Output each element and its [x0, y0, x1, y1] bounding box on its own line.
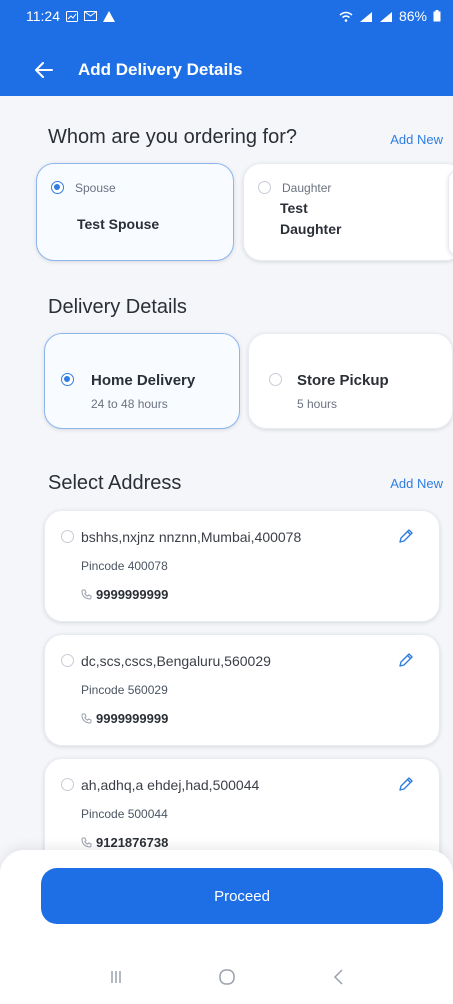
select-address-title: Select Address — [48, 472, 182, 494]
edit-icon[interactable] — [397, 651, 415, 669]
person-radio-daughter[interactable] — [258, 181, 271, 194]
add-new-person-link[interactable]: Add New — [390, 132, 443, 147]
address-phone-number: 9999999999 — [96, 587, 169, 602]
address-radio[interactable] — [61, 654, 74, 667]
recent-apps-icon — [110, 971, 121, 983]
address-line: dc,scs,cscs,Bengaluru,560029 — [81, 653, 271, 669]
address-phone-number: 9121876738 — [96, 835, 169, 850]
delivery-option-home[interactable]: Home Delivery 24 to 48 hours — [44, 333, 240, 429]
delivery-option-time: 24 to 48 hours — [91, 397, 168, 411]
address-phone: 9999999999 — [81, 587, 168, 602]
person-name: Test Spouse — [77, 216, 160, 232]
arrow-left-icon — [35, 62, 53, 78]
signal-icon-2 — [379, 11, 392, 22]
signal-icon-1 — [359, 11, 372, 22]
delivery-option-label: Store Pickup — [297, 372, 389, 389]
battery-percent: 86% — [398, 8, 427, 24]
address-pincode: Pincode 400078 — [81, 559, 168, 573]
delivery-option-time: 5 hours — [297, 397, 338, 411]
phone-icon — [81, 837, 92, 848]
edit-icon[interactable] — [397, 775, 415, 793]
back-button[interactable] — [32, 58, 56, 82]
person-relation: Daughter — [282, 181, 332, 195]
person-name-line2: Daughter — [280, 221, 342, 237]
status-time: 11:24 — [26, 8, 60, 24]
home-button[interactable] — [207, 957, 247, 997]
delivery-option-store[interactable]: Store Pickup 5 hours — [248, 333, 453, 429]
address-line: bshhs,nxjnz nnznn,Mumbai,400078 — [81, 529, 302, 545]
phone-icon — [81, 589, 92, 600]
person-card-daughter[interactable]: Daughter Test Daughter — [243, 163, 453, 261]
delivery-radio-store[interactable] — [269, 373, 282, 386]
system-back-button[interactable] — [318, 957, 358, 997]
mail-notification-icon — [84, 11, 97, 21]
address-phone-number: 9999999999 — [96, 711, 169, 726]
address-line: ah,adhq,a ehdej,had,500044 — [81, 777, 260, 793]
person-relation: Spouse — [75, 181, 116, 195]
person-card-more[interactable] — [448, 170, 453, 256]
gallery-notification-icon — [66, 10, 78, 22]
address-radio[interactable] — [61, 778, 74, 791]
person-card-spouse[interactable]: Spouse Test Spouse — [36, 163, 234, 261]
edit-icon[interactable] — [397, 527, 415, 545]
ordering-for-title: Whom are you ordering for? — [48, 126, 298, 148]
address-phone: 9999999999 — [81, 711, 168, 726]
title-bar: Add Delivery Details — [0, 48, 453, 92]
delivery-details-title: Delivery Details — [48, 296, 187, 318]
address-card[interactable]: bshhs,nxjnz nnznn,Mumbai,400078 Pincode … — [44, 510, 440, 622]
address-phone: 9121876738 — [81, 835, 168, 850]
address-radio[interactable] — [61, 530, 74, 543]
delivery-radio-home[interactable] — [61, 373, 74, 386]
person-name-line1: Test — [280, 200, 308, 216]
system-nav-bar — [0, 950, 453, 1004]
status-left: 11:24 — [26, 8, 115, 24]
person-radio-spouse[interactable] — [51, 181, 64, 194]
proceed-button[interactable]: Proceed — [41, 868, 443, 924]
recent-apps-button[interactable] — [96, 957, 136, 997]
address-pincode: Pincode 500044 — [81, 807, 168, 821]
address-card[interactable]: dc,scs,cscs,Bengaluru,560029 Pincode 560… — [44, 634, 440, 746]
status-bar: 11:24 86% — [0, 0, 453, 32]
address-pincode: Pincode 560029 — [81, 683, 168, 697]
app-bar: 11:24 86% Add Delivery Details — [0, 0, 453, 96]
status-right: 86% — [339, 8, 441, 24]
warning-icon — [103, 10, 115, 22]
add-new-address-link[interactable]: Add New — [390, 476, 443, 491]
battery-icon — [433, 10, 441, 22]
wifi-icon — [339, 11, 353, 22]
page-title: Add Delivery Details — [78, 60, 243, 79]
chevron-left-icon — [333, 969, 343, 985]
delivery-option-label: Home Delivery — [91, 372, 196, 389]
home-circle-icon — [218, 969, 235, 985]
phone-icon — [81, 713, 92, 724]
